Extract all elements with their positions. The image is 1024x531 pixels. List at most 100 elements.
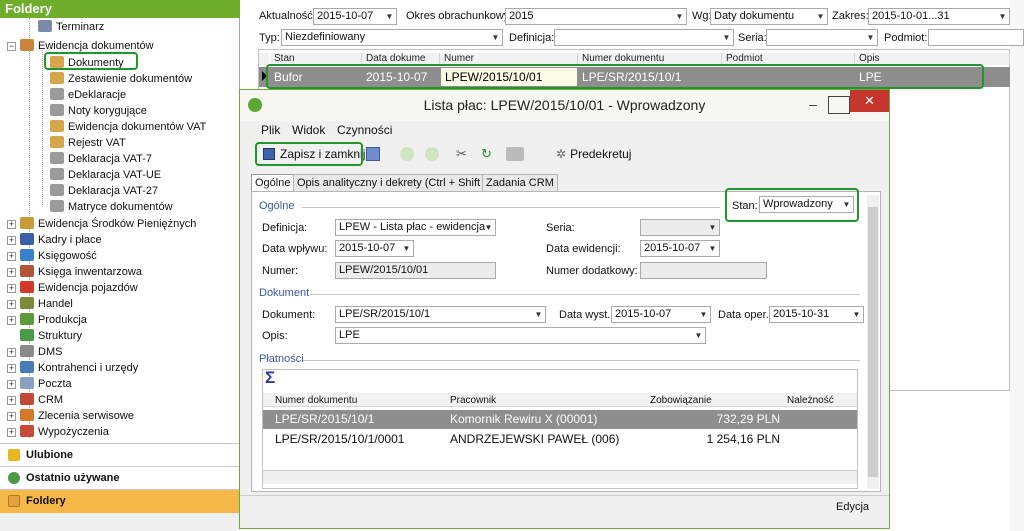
data-wplywu-field[interactable]: 2015-10-07 ▼ [335,240,414,257]
expand-icon[interactable]: + [7,220,16,229]
data-wyst-field[interactable]: 2015-10-07 ▼ [611,306,711,323]
folder-icon [50,200,64,212]
sidebar-item-ewidencja-pojazdow[interactable]: Ewidencja pojazdów [20,280,138,296]
sigma-icon[interactable]: Σ [265,368,275,388]
data-oper-field[interactable]: 2015-10-31 ▼ [769,306,864,323]
payments-header-pracownik[interactable]: Pracownik [450,391,640,410]
sidebar-item-label: Deklaracja VAT-UE [68,169,162,181]
expand-icon[interactable]: + [7,284,16,293]
expand-icon[interactable]: + [7,428,16,437]
sidebar-item-ewidencja-dokumentow-vat[interactable]: Ewidencja dokumentów VAT [50,119,206,135]
maximize-icon[interactable] [828,96,850,114]
sidebar-item-label: eDeklaracje [68,89,127,101]
okres-field[interactable]: 2015 ▼ [505,8,687,25]
typ-field[interactable]: Niezdefiniowany ▼ [281,29,503,46]
vertical-scrollbar[interactable] [867,195,879,489]
opis-field[interactable]: LPE ▼ [335,327,706,344]
chevron-down-icon: ▼ [866,33,875,42]
expand-icon[interactable]: − [7,42,16,51]
sidebar-item-zlecenia-serwisowe[interactable]: Zlecenia serwisowe [20,408,134,424]
chevron-down-icon: ▼ [694,331,703,340]
chevron-down-icon: ▼ [998,12,1007,21]
refresh-icon[interactable]: ↻ [481,147,495,161]
zakres-label: Zakres: [832,10,869,22]
sidebar-item-wypozyczenia[interactable]: Wypożyczenia [20,424,109,440]
folder-icon [50,72,64,84]
sidebar-item-terminarz[interactable]: Terminarz [38,19,104,35]
print-icon[interactable] [506,147,524,161]
expand-icon[interactable]: + [7,396,16,405]
numer-dodatkowy-field[interactable] [640,262,767,279]
nav-ostatnio-uzywane[interactable]: Ostatnio używane [0,466,240,488]
expand-icon[interactable]: + [7,300,16,309]
payments-header-zobowiazanie[interactable]: Zobowiązanie [650,391,780,410]
section-line [303,360,860,361]
sidebar-item-noty-korygujace[interactable]: Noty korygujące [50,103,147,119]
section-dokument: Dokument [259,287,310,299]
minimize-icon[interactable]: – [802,96,824,114]
scrollbar-thumb[interactable] [868,207,878,477]
sidebar-item-deklaracja-vat-27[interactable]: Deklaracja VAT-27 [50,183,158,199]
wg-field[interactable]: Daty dokumentu ▼ [710,8,828,25]
sidebar-item-matryce-dokumentow[interactable]: Matryce dokumentów [50,199,173,215]
okres-label: Okres obrachunkowy: [406,10,513,22]
payments-hscrollbar[interactable] [263,470,857,484]
sidebar-item-rejestr-vat[interactable]: Rejestr VAT [50,135,126,151]
nav-foldery[interactable]: Foldery [0,489,240,513]
expand-icon[interactable]: + [7,380,16,389]
back-icon[interactable] [400,147,414,161]
tab-opis-analityczny[interactable]: Opis analityczny i dekrety (Ctrl + Shift… [293,174,509,191]
tab-ogolne[interactable]: Ogólne [251,174,295,191]
sidebar-item-poczta[interactable]: Poczta [20,376,72,392]
menu-plik[interactable]: Plik [261,123,280,137]
tab-zadania-crm[interactable]: Zadania CRM [482,174,558,191]
data-ewidencji-field[interactable]: 2015-10-07 ▼ [640,240,720,257]
sidebar-item-ksiega-inwentarzowa[interactable]: Księga inwentarzowa [20,264,142,280]
podmiot-field[interactable] [928,29,1024,46]
seria-field[interactable]: ▼ [766,29,878,46]
aktualnosc-field[interactable]: 2015-10-07 ▼ [313,8,397,25]
sidebar-item-edeklaracje[interactable]: eDeklaracje [50,87,126,103]
nav-ulubione[interactable]: Ulubione [0,443,240,465]
definicja-field[interactable]: ▼ [554,29,734,46]
expand-icon[interactable]: + [7,236,16,245]
numer-field[interactable]: LPEW/2015/10/01 [335,262,496,279]
folder-icon [50,184,64,196]
seria-field-dlg[interactable]: ▼ [640,219,720,236]
zakres-field[interactable]: 2015-10-01...31 ▼ [868,8,1010,25]
expand-icon[interactable]: + [7,252,16,261]
expand-icon[interactable]: + [7,316,16,325]
forward-icon[interactable] [425,147,439,161]
chevron-down-icon: ▼ [722,33,731,42]
sidebar-item-kadry-i-place[interactable]: Kadry i płace [20,232,102,248]
sidebar-item-ewidencja-srodkow-pienieznych[interactable]: Ewidencja Środków Pieniężnych [20,216,196,232]
sidebar-item-kontrahenci-i-urzedy[interactable]: Kontrahenci i urzędy [20,360,138,376]
sidebar-item-deklaracja-vat-7[interactable]: Deklaracja VAT-7 [50,151,152,167]
dialog-title: Lista płac: LPEW/2015/10/01 - Wprowadzon… [240,90,889,121]
dokument-field[interactable]: LPE/SR/2015/10/1 ▼ [335,306,546,323]
expand-icon[interactable]: + [7,268,16,277]
expand-icon[interactable]: + [7,348,16,357]
save-icon[interactable] [366,147,380,161]
sidebar-item-crm[interactable]: CRM [20,392,63,408]
sidebar-item-produkcja[interactable]: Produkcja [20,312,87,328]
sidebar-item-deklaracja-vat-ue[interactable]: Deklaracja VAT-UE [50,167,161,183]
definicja-field-dlg[interactable]: LPEW - Lista płac - ewidencja ▼ [335,219,496,236]
predekretuj-button[interactable]: ✲ Predekretuj [556,143,631,165]
close-icon[interactable]: ✕ [850,90,889,112]
folder-icon [20,361,34,373]
expand-icon[interactable]: + [7,412,16,421]
menu-czynnosci[interactable]: Czynności [337,123,392,137]
tools-icon[interactable]: ✂ [456,147,470,161]
sidebar-item-zestawienie-dokumentow[interactable]: Zestawienie dokumentów [50,71,192,87]
menu-widok[interactable]: Widok [292,123,325,137]
sidebar-item-handel[interactable]: Handel [20,296,73,312]
expand-icon[interactable]: + [7,364,16,373]
folder-icon [20,329,34,341]
payments-header-naleznosc[interactable]: Należność [787,391,855,410]
sidebar-item-dms[interactable]: DMS [20,344,62,360]
sidebar-item-ksiegowosc[interactable]: Księgowość [20,248,97,264]
status-bar [240,495,889,528]
sidebar-item-struktury[interactable]: Struktury [20,328,82,344]
payments-header-numer[interactable]: Numer dokumentu [275,391,445,410]
